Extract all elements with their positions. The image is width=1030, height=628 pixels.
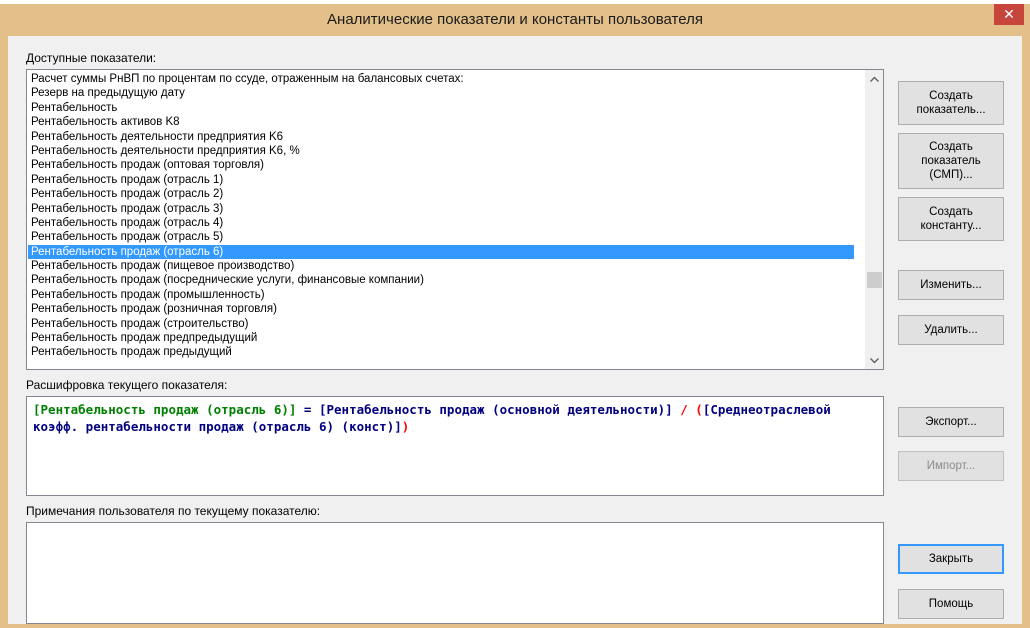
dialog-client-area: Доступные показатели: Расчет суммы РнВП … [8, 36, 1022, 624]
list-item[interactable]: Расчет суммы РнВП по процентам по ссуде,… [28, 72, 854, 86]
edit-button[interactable]: Изменить... [898, 270, 1004, 300]
chevron-down-icon[interactable] [866, 352, 883, 369]
formula-display[interactable]: [Рентабельность продаж (отрасль 6)] = [Р… [26, 396, 884, 496]
list-item[interactable]: Рентабельность активов K8 [28, 115, 854, 129]
list-item[interactable]: Рентабельность продаж (промышленность) [28, 288, 854, 302]
notes-textarea[interactable] [26, 522, 884, 624]
list-item[interactable]: Рентабельность деятельности предприятия … [28, 144, 854, 158]
list-item[interactable]: Рентабельность продаж (розничная торговл… [28, 302, 854, 316]
decoding-label: Расшифровка текущего показателя: [26, 378, 228, 392]
list-item[interactable]: Рентабельность продаж (отрасль 3) [28, 202, 854, 216]
create-constant-button[interactable]: Создать константу... [898, 197, 1004, 241]
indicators-list: Расчет суммы РнВП по процентам по ссуде,… [28, 72, 854, 360]
formula-paren-open: ( [695, 402, 703, 417]
list-item[interactable]: Рентабельность продаж (пищевое производс… [28, 259, 854, 273]
formula-numerator: [Рентабельность продаж (основной деятель… [318, 402, 673, 417]
import-button[interactable]: Импорт... [898, 451, 1004, 481]
create-indicator-smp-button[interactable]: Создать показатель (СМП)... [898, 133, 1004, 189]
indicators-listbox[interactable]: Расчет суммы РнВП по процентам по ссуде,… [26, 69, 884, 370]
list-item[interactable]: Рентабельность продаж (отрасль 6) [28, 244, 854, 260]
formula-paren-close: ) [401, 419, 410, 434]
notes-label: Примечания пользователя по текущему пока… [26, 504, 321, 518]
list-item[interactable]: Рентабельность продаж предпредыдущий [28, 331, 854, 345]
title-bar[interactable]: Аналитические показатели и константы пол… [0, 4, 1030, 34]
list-item[interactable]: Рентабельность продаж (отрасль 4) [28, 216, 854, 230]
list-item[interactable]: Рентабельность продаж предыдущий [28, 345, 854, 359]
help-button[interactable]: Помощь [898, 589, 1004, 619]
close-button[interactable]: Закрыть [898, 544, 1004, 574]
list-item[interactable]: Резерв на предыдущую дату [28, 86, 854, 100]
available-indicators-label: Доступные показатели: [26, 51, 157, 65]
formula-result-term: [Рентабельность продаж (отрасль 6)] [33, 402, 297, 417]
formula-divide: / [672, 402, 696, 417]
list-scrollbar[interactable] [865, 70, 883, 369]
close-icon[interactable]: ✕ [994, 4, 1024, 25]
scroll-thumb[interactable] [867, 272, 882, 288]
list-item[interactable]: Рентабельность продаж (отрасль 2) [28, 187, 854, 201]
create-indicator-button[interactable]: Создать показатель... [898, 81, 1004, 125]
list-item[interactable]: Рентабельность продаж (отрасль 5) [28, 230, 854, 244]
formula-equals: = [296, 402, 319, 417]
chevron-up-icon[interactable] [866, 70, 883, 87]
list-item[interactable]: Рентабельность продаж (оптовая торговля) [28, 158, 854, 172]
list-item[interactable]: Рентабельность [28, 101, 854, 115]
list-item[interactable]: Рентабельность продаж (отрасль 1) [28, 173, 854, 187]
window-title: Аналитические показатели и константы пол… [327, 11, 703, 28]
list-item[interactable]: Рентабельность деятельности предприятия … [28, 130, 854, 144]
export-button[interactable]: Экспорт... [898, 407, 1004, 437]
dialog-window: Аналитические показатели и константы пол… [0, 4, 1030, 628]
list-item[interactable]: Рентабельность продаж (строительство) [28, 317, 854, 331]
list-item[interactable]: Рентабельность продаж (посреднические ус… [28, 273, 854, 287]
delete-button[interactable]: Удалить... [898, 315, 1004, 345]
